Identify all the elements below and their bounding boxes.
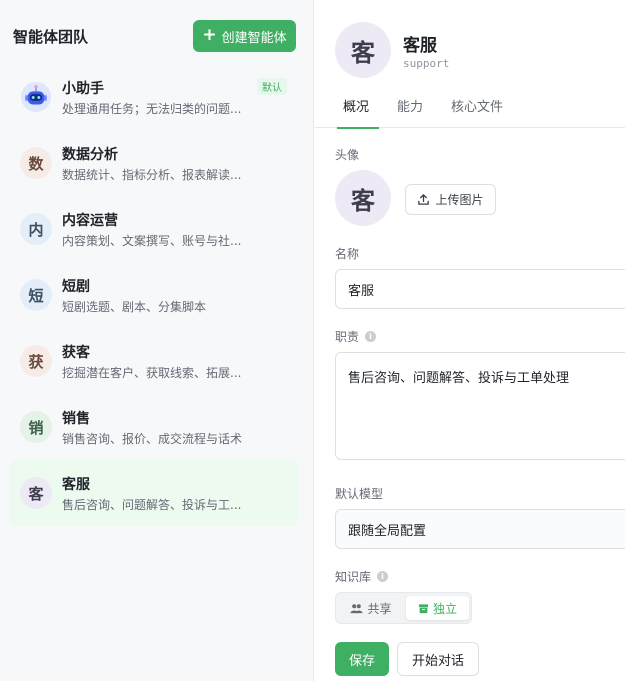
agent-item-data-analysis[interactable]: 数 数据分析 数据统计、指标分析、报表解读...	[9, 130, 299, 196]
agent-avatar: 短	[20, 279, 52, 311]
sidebar-title: 智能体团队	[13, 28, 89, 46]
agent-name: 内容运营	[62, 213, 118, 229]
upload-icon	[418, 194, 430, 205]
upload-label: 上传图片	[435, 193, 484, 207]
agent-item-content-ops[interactable]: 内 内容运营 内容策划、文案撰写、账号与社...	[9, 196, 299, 262]
agent-name: 销售	[62, 411, 90, 427]
create-agent-button[interactable]: + 创建智能体	[193, 20, 296, 52]
name-label-text: 名称	[335, 247, 360, 261]
info-icon[interactable]: i	[377, 571, 389, 582]
agent-name: 客服	[62, 477, 90, 493]
kb-label-text: 知识库	[335, 570, 372, 584]
agent-name: 短剧	[62, 279, 90, 295]
save-button[interactable]: 保存	[335, 642, 389, 676]
tab-bar: 概况 能力 核心文件	[315, 90, 625, 129]
agent-desc: 挖掘潜在客户、获取线索、拓展...	[62, 366, 242, 380]
tab-core-files[interactable]: 核心文件	[451, 96, 503, 128]
tab-abilities[interactable]: 能力	[397, 96, 423, 128]
default-badge: 默认	[257, 78, 287, 95]
agent-id: support	[403, 57, 450, 70]
agent-desc: 数据统计、指标分析、报表解读...	[62, 168, 242, 182]
name-input[interactable]: 客服	[335, 269, 625, 309]
duty-textarea[interactable]: 售后咨询、问题解答、投诉与工单处理	[335, 352, 625, 460]
info-icon[interactable]: i	[365, 331, 377, 342]
archive-icon	[418, 603, 429, 613]
kb-shared-option[interactable]: 共享	[340, 596, 402, 620]
plus-icon: +	[202, 25, 217, 45]
tab-overview[interactable]: 概况	[336, 96, 380, 129]
avatar-label: 头像	[335, 146, 359, 163]
model-select-value: 跟随全局配置	[348, 523, 427, 539]
agent-avatar-large: 客	[335, 170, 391, 226]
upload-image-button[interactable]: 上传图片	[405, 184, 496, 215]
agent-name: 数据分析	[62, 147, 118, 163]
agent-desc: 短剧选题、剧本、分集脚本	[62, 300, 207, 314]
users-icon	[351, 603, 363, 613]
sidebar: 智能体团队 + 创建智能体 小助手 处理通用任务；无法归类的问题... 默认 数…	[0, 0, 314, 681]
header-avatar: 客	[335, 22, 391, 78]
agent-desc: 内容策划、文案撰写、账号与社...	[62, 234, 242, 248]
agent-avatar: 内	[20, 213, 52, 245]
agent-avatar: 获	[20, 345, 52, 377]
agent-title: 客服	[403, 36, 437, 56]
agent-avatar: 客	[20, 477, 52, 509]
model-label: 默认模型	[335, 485, 383, 502]
duty-label-text: 职责	[335, 330, 360, 344]
agent-desc: 处理通用任务；无法归类的问题...	[62, 102, 242, 116]
create-agent-label: 创建智能体	[221, 30, 287, 46]
model-select[interactable]: 跟随全局配置	[335, 509, 625, 549]
kb-mode-toggle: 共享 独立	[335, 592, 472, 624]
main-panel: 客 客服 support 概况 能力 核心文件 头像 客 上传图片 名称 客服 …	[315, 0, 625, 681]
name-label: 名称	[335, 245, 359, 262]
agent-list: 小助手 处理通用任务；无法归类的问题... 默认 数 数据分析 数据统计、指标分…	[9, 64, 299, 526]
agent-name: 小助手	[62, 81, 104, 97]
avatar-label-text: 头像	[335, 148, 360, 162]
agent-name: 获客	[62, 345, 90, 361]
start-chat-button[interactable]: 开始对话	[397, 642, 479, 676]
agent-avatar: 销	[20, 411, 52, 443]
kb-shared-label: 共享	[367, 601, 392, 616]
agent-item-short-drama[interactable]: 短 短剧 短剧选题、剧本、分集脚本	[9, 262, 299, 328]
kb-independent-label: 独立	[432, 601, 457, 616]
agent-item-sales[interactable]: 销 销售 销售咨询、报价、成交流程与话术	[9, 394, 299, 460]
kb-independent-option[interactable]: 独立	[406, 596, 469, 620]
robot-icon	[20, 81, 52, 113]
agent-item-assistant[interactable]: 小助手 处理通用任务；无法归类的问题... 默认	[9, 64, 299, 130]
robot-avatar	[20, 81, 52, 113]
model-label-text: 默认模型	[335, 487, 384, 501]
duty-label: 职责 i	[335, 328, 377, 345]
agent-desc: 销售咨询、报价、成交流程与话术	[62, 432, 243, 446]
duty-textarea-value: 售后咨询、问题解答、投诉与工单处理	[348, 371, 570, 386]
name-input-value: 客服	[348, 283, 375, 299]
agent-item-support[interactable]: 客 客服 售后咨询、问题解答、投诉与工...	[9, 460, 299, 526]
kb-label: 知识库 i	[335, 568, 389, 585]
agent-item-acquisition[interactable]: 获 获客 挖掘潜在客户、获取线索、拓展...	[9, 328, 299, 394]
agent-desc: 售后咨询、问题解答、投诉与工...	[62, 498, 242, 512]
agent-avatar: 数	[20, 147, 52, 179]
